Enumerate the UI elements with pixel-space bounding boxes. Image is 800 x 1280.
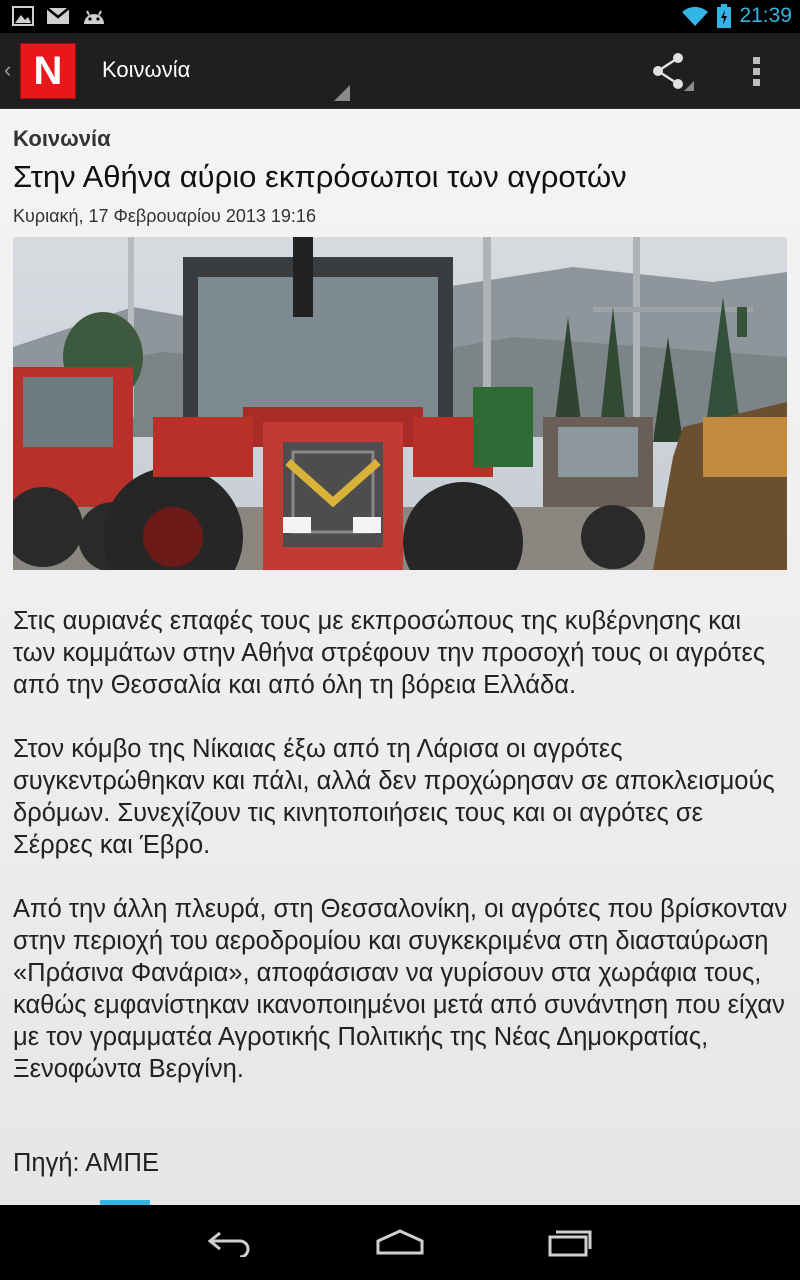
article-title: Στην Αθήνα αύριο εκπρόσωποι των αγροτών [13,159,627,194]
navigation-bar [0,1205,800,1280]
section-spinner-title[interactable]: Κοινωνία [102,57,190,83]
gmail-icon [46,7,70,24]
wifi-icon [682,6,709,27]
article-paragraph: Από την άλλη πλευρά, στη Θεσσαλονίκη, οι… [13,895,788,1083]
battery-charging-icon [717,4,732,28]
recent-apps-button[interactable] [530,1217,610,1267]
back-button[interactable] [190,1217,270,1267]
clock: 21:39 [739,4,792,27]
share-icon [653,53,694,91]
android-icon [84,10,104,24]
article-scroll-view[interactable]: Κοινωνία Στην Αθήνα αύριο εκπρόσωποι των… [0,109,800,1205]
article-photo[interactable] [13,237,787,570]
action-bar: ‹ N Κοινωνία [0,33,800,110]
app-logo[interactable]: N [20,43,76,99]
article-date: Κυριακή, 17 Φεβρουαρίου 2013 19:16 [13,206,316,226]
recent-apps-icon [548,1230,592,1257]
article-source: Πηγή: ΑΜΠΕ [13,1149,159,1177]
article-paragraph: Στις αυριανές επαφές τους με εκπροσώπους… [13,607,766,699]
article-paragraph: Στον κόμβο της Νίκαιας έξω από τη Λάρισα… [13,735,775,859]
home-icon [376,1229,424,1255]
back-icon [207,1231,250,1257]
article-category: Κοινωνία [13,126,111,151]
tractors-photo-illustration [13,237,787,570]
share-button[interactable] [648,49,698,95]
image-icon [12,6,34,26]
notification-icons [12,6,106,26]
app-logo-letter: N [33,49,63,93]
overflow-menu-button[interactable] [740,49,774,95]
status-bar: 21:39 [0,0,800,33]
home-button[interactable] [360,1217,440,1267]
up-caret-icon[interactable]: ‹ [4,57,11,83]
overflow-menu-icon [753,57,760,86]
system-icons: 21:39 [681,4,792,28]
spinner-dropdown-icon[interactable] [334,85,350,101]
